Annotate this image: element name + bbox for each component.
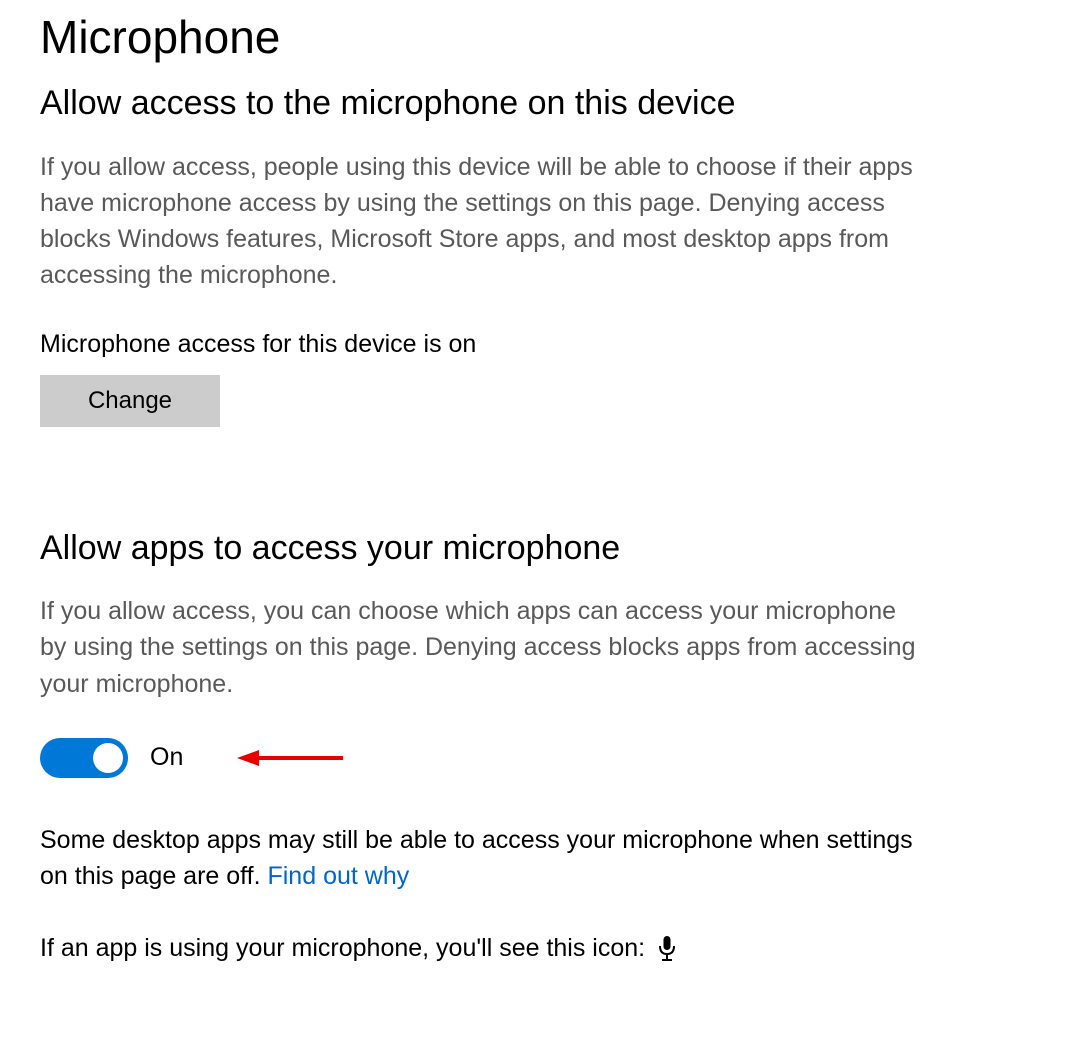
arrow-annotation bbox=[235, 744, 345, 772]
desktop-note-text: Some desktop apps may still be able to a… bbox=[40, 826, 913, 890]
section-heading-device-access: Allow access to the microphone on this d… bbox=[40, 82, 1038, 125]
toggle-knob bbox=[93, 743, 123, 773]
find-out-why-link[interactable]: Find out why bbox=[267, 862, 409, 890]
mic-in-use-note: If an app is using your microphone, you'… bbox=[40, 934, 1038, 963]
page-title: Microphone bbox=[40, 10, 1038, 64]
microphone-icon bbox=[657, 935, 677, 963]
section-heading-app-access: Allow apps to access your microphone bbox=[40, 527, 1038, 570]
mic-in-use-text: If an app is using your microphone, you'… bbox=[40, 934, 645, 963]
change-button[interactable]: Change bbox=[40, 375, 220, 427]
app-access-description: If you allow access, you can choose whic… bbox=[40, 593, 920, 702]
device-access-status: Microphone access for this device is on bbox=[40, 330, 1038, 359]
device-access-description: If you allow access, people using this d… bbox=[40, 149, 920, 294]
app-access-toggle-row: On bbox=[40, 738, 1038, 778]
app-access-toggle[interactable] bbox=[40, 738, 128, 778]
toggle-state-label: On bbox=[150, 743, 183, 772]
desktop-apps-note: Some desktop apps may still be able to a… bbox=[40, 822, 920, 895]
